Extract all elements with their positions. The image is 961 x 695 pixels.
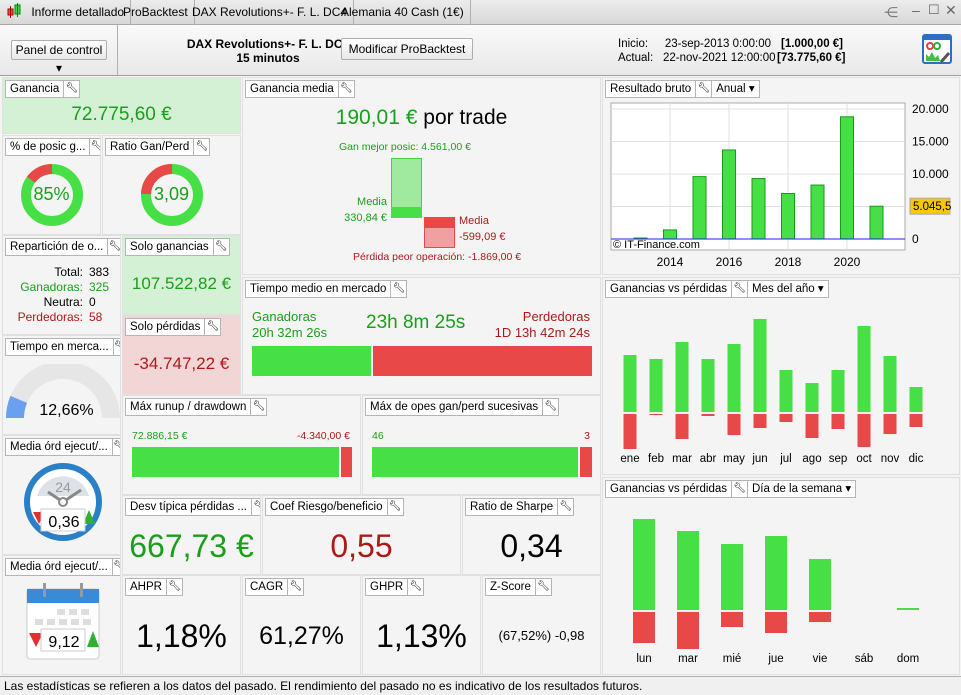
category-label: jun xyxy=(751,453,767,465)
gain-bar-oct xyxy=(857,326,871,412)
loss-bar-dic xyxy=(909,414,923,427)
category-label: sep xyxy=(829,453,848,465)
loss-bar-jun xyxy=(753,414,767,428)
category-label: abr xyxy=(700,453,717,465)
loss-bar-oct xyxy=(857,414,871,447)
x-tick-label: 2014 xyxy=(657,255,684,269)
charts-layer: 05.00010.00015.00020.0002014201620182020… xyxy=(610,102,951,665)
category-label: mié xyxy=(723,653,742,665)
y-tick-label: 20.000 xyxy=(912,102,949,116)
loss-bar-lun xyxy=(633,612,655,643)
loss-bar-vie xyxy=(809,612,831,622)
disclaimer-footer: Las estadísticas se refieren a los datos… xyxy=(0,676,961,695)
category-label: mar xyxy=(672,453,692,465)
gain-bar-jul xyxy=(779,370,793,412)
watermark: © IT-Finance.com xyxy=(613,239,700,251)
bar-2014 xyxy=(663,229,677,240)
category-label: sáb xyxy=(855,653,874,665)
category-label: feb xyxy=(648,453,664,465)
loss-bar-mar xyxy=(675,414,689,439)
bar-2020 xyxy=(840,116,854,240)
category-label: mar xyxy=(678,653,698,665)
category-label: jul xyxy=(779,453,792,465)
bar-2019 xyxy=(810,184,825,240)
loss-bar-feb xyxy=(649,414,663,415)
gain-bar-feb xyxy=(649,359,663,412)
loss-bar-jue xyxy=(765,612,787,633)
gain-bar-mié xyxy=(721,544,743,610)
gain-bar-may xyxy=(727,344,741,412)
category-label: lun xyxy=(636,653,651,665)
gain-bar-jun xyxy=(753,319,767,412)
loss-bar-sep xyxy=(831,414,845,429)
bar-2015 xyxy=(692,176,707,240)
gain-bar-ago xyxy=(805,383,819,412)
gain-bar-lun xyxy=(633,519,655,610)
loss-bar-nov xyxy=(883,414,897,434)
gain-bar-abr xyxy=(701,359,715,412)
loss-bar-mié xyxy=(721,612,743,627)
category-label: oct xyxy=(856,453,872,465)
category-label: nov xyxy=(881,453,900,465)
x-tick-label: 2018 xyxy=(775,255,802,269)
loss-bar-jul xyxy=(779,414,793,422)
y-tick-label: 15.000 xyxy=(912,135,949,149)
category-label: jue xyxy=(767,653,783,665)
gain-bar-vie xyxy=(809,559,831,610)
bar-2021 xyxy=(869,205,884,240)
loss-bar-may xyxy=(727,414,741,435)
loss-bar-ene xyxy=(623,414,637,449)
gain-bar-ene xyxy=(623,355,637,412)
gain-bar-dic xyxy=(909,387,923,412)
gain-bar-dom xyxy=(897,608,919,610)
category-label: vie xyxy=(813,653,828,665)
gain-bar-nov xyxy=(883,356,897,412)
loss-bar-mar xyxy=(677,612,699,649)
gain-bar-mar xyxy=(677,531,699,610)
gain-bar-jue xyxy=(765,536,787,610)
category-label: dic xyxy=(909,453,924,465)
last-value-label: 5.045,5 xyxy=(913,201,951,213)
y-tick-label: 10.000 xyxy=(912,167,949,181)
y-tick-label: 0 xyxy=(912,232,919,246)
x-tick-label: 2016 xyxy=(716,255,743,269)
x-tick-label: 2020 xyxy=(834,255,861,269)
category-label: ago xyxy=(802,453,821,465)
loss-bar-ago xyxy=(805,414,819,438)
loss-bar-abr xyxy=(701,414,715,416)
gain-bar-sep xyxy=(831,370,845,412)
bar-2017 xyxy=(751,178,766,240)
gain-bar-mar xyxy=(675,342,689,412)
category-label: ene xyxy=(620,453,639,465)
bar-2018 xyxy=(781,193,795,240)
category-label: may xyxy=(723,453,745,465)
category-label: dom xyxy=(897,653,919,665)
bar-2016 xyxy=(722,149,736,240)
